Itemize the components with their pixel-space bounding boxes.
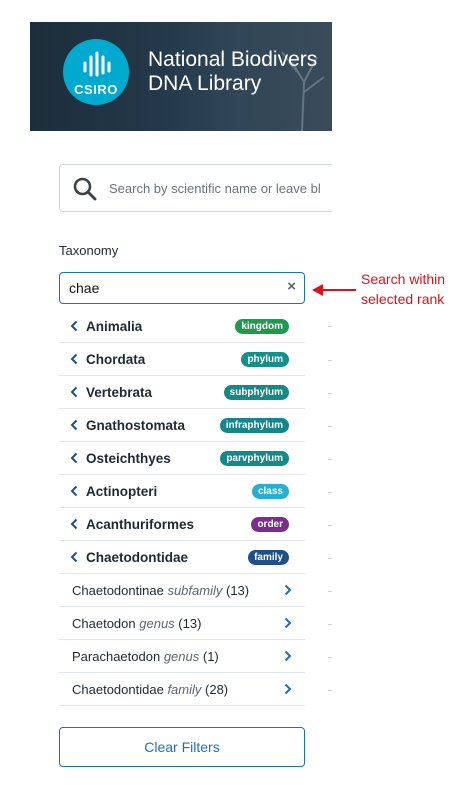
rank-badge: family <box>248 550 289 565</box>
child-taxon-rank: subfamily <box>167 583 223 598</box>
rank-row[interactable]: Acanthuriformes order <box>59 508 305 541</box>
cutoff-dash <box>328 657 332 658</box>
child-taxon-row[interactable]: Chaetodon genus (13) <box>59 607 305 640</box>
rank-name: Actinopteri <box>86 484 158 499</box>
rank-name: Animalia <box>86 319 143 334</box>
rank-row[interactable]: Vertebrata subphylum <box>59 376 305 409</box>
child-taxon-label: Chaetodon genus (13) <box>72 616 201 631</box>
rank-name: Osteichthyes <box>86 451 171 466</box>
rank-name: Gnathostomata <box>86 418 186 433</box>
cutoff-dash <box>328 624 332 625</box>
site-title-line2: DNA Library <box>148 72 262 95</box>
annotation-text: Search within selected rank <box>361 269 445 309</box>
header-banner: CSIRO National Biodivers DNA Library <box>30 22 332 131</box>
cutoff-dash <box>328 426 332 427</box>
cutoff-dash <box>328 459 332 460</box>
taxonomy-search-field: × <box>59 272 305 304</box>
cutoff-dash <box>328 525 332 526</box>
taxonomy-list: Animalia kingdom Chordata phylum Vertebr… <box>59 310 305 706</box>
child-taxon-row[interactable]: Chaetodontidae family (28) <box>59 673 305 706</box>
rank-badge: phylum <box>241 352 289 367</box>
child-taxon-name: Chaetodontinae <box>72 583 164 598</box>
chevron-right-icon <box>284 650 292 662</box>
rank-row[interactable]: Chaetodontidae family <box>59 541 305 574</box>
rank-badge: infraphylum <box>219 418 289 433</box>
rank-badge: order <box>251 517 289 532</box>
chevron-left-icon <box>70 485 78 497</box>
rank-name: Chaetodontidae <box>86 550 189 565</box>
rank-name: Acanthuriformes <box>86 517 195 532</box>
chevron-left-icon <box>70 353 78 365</box>
rank-badge: subphylum <box>223 385 289 400</box>
child-taxon-name: Chaetodontidae <box>72 682 164 697</box>
taxonomy-input[interactable] <box>69 273 269 302</box>
chevron-left-icon <box>70 518 78 530</box>
chevron-right-icon <box>284 584 292 596</box>
rank-row[interactable]: Chordata phylum <box>59 343 305 376</box>
chevron-right-icon <box>284 683 292 695</box>
chevron-left-icon <box>70 452 78 464</box>
rank-badge: kingdom <box>235 319 289 334</box>
rank-badge: class <box>251 484 289 499</box>
site-title: National Biodivers DNA Library <box>148 48 317 96</box>
clear-icon[interactable]: × <box>287 278 296 295</box>
rank-badge: parvphylum <box>220 451 289 466</box>
child-taxon-row[interactable]: Parachaetodon genus (1) <box>59 640 305 673</box>
child-taxon-label: Chaetodontinae subfamily (13) <box>72 583 249 598</box>
cutoff-dash <box>328 492 332 493</box>
page-clip <box>332 140 476 230</box>
annotation-line2: selected rank <box>361 291 445 307</box>
logo-text: CSIRO <box>74 82 118 97</box>
child-taxon-rank: genus <box>139 616 175 631</box>
taxonomy-label: Taxonomy <box>59 243 119 258</box>
child-taxon-name: Parachaetodon <box>72 649 161 664</box>
chevron-left-icon <box>70 386 78 398</box>
search-box <box>59 164 349 212</box>
csiro-logo[interactable]: CSIRO <box>63 39 129 105</box>
child-taxon-rank: genus <box>163 649 200 664</box>
child-taxon-label: Parachaetodon genus (1) <box>72 649 219 664</box>
chevron-left-icon <box>70 551 78 563</box>
site-title-line1: National Biodivers <box>148 48 318 71</box>
rank-row[interactable]: Actinopteri class <box>59 475 305 508</box>
chevron-left-icon <box>70 419 78 431</box>
annotation-arrow-icon <box>312 284 356 296</box>
cutoff-dash <box>328 360 332 361</box>
child-taxon-rank: family <box>167 682 202 697</box>
child-taxon-count: (1) <box>202 649 219 664</box>
rank-row[interactable]: Osteichthyes parvphylum <box>59 442 305 475</box>
search-input[interactable] <box>109 165 349 211</box>
clear-filters-button[interactable]: Clear Filters <box>59 727 305 767</box>
cutoff-dash <box>328 690 332 691</box>
cutoff-dash <box>328 393 332 394</box>
chevron-left-icon <box>70 320 78 332</box>
chevron-right-icon <box>284 617 292 629</box>
child-taxon-count: (13) <box>225 583 250 598</box>
cutoff-dash <box>328 558 332 559</box>
cutoff-dash <box>328 326 332 327</box>
search-icon[interactable] <box>72 176 98 202</box>
child-taxon-count: (13) <box>178 616 202 631</box>
child-taxon-name: Chaetodon <box>72 616 136 631</box>
annotation-line1: Search within <box>361 271 446 287</box>
child-taxon-label: Chaetodontidae family (28) <box>72 682 228 697</box>
rank-name: Vertebrata <box>86 385 153 400</box>
child-taxon-row[interactable]: Chaetodontinae subfamily (13) <box>59 574 305 607</box>
rank-row[interactable]: Gnathostomata infraphylum <box>59 409 305 442</box>
rank-row[interactable]: Animalia kingdom <box>59 310 305 343</box>
child-taxon-count: (28) <box>205 682 229 697</box>
rank-name: Chordata <box>86 352 146 367</box>
cutoff-dash <box>328 591 332 592</box>
